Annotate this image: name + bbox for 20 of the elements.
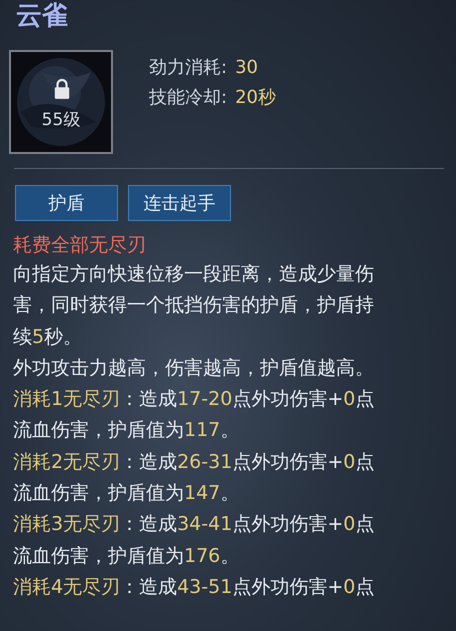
description-line: 消耗3无尽刃：造成34-41点外功伤害+0点 bbox=[13, 512, 374, 538]
skill-tag: 连击起手 bbox=[128, 185, 231, 221]
description-line: 续5秒。 bbox=[13, 324, 82, 350]
stat-label: 劲力消耗: bbox=[149, 56, 228, 80]
description-line: 消耗1无尽刃：造成17-20点外功伤害+0点 bbox=[13, 387, 374, 412]
description-line: 流血伤害，护盾值为147。 bbox=[13, 481, 240, 506]
description-line: 消耗2无尽刃：造成26-31点外功伤害+0点 bbox=[13, 450, 374, 475]
description-line: 消耗4无尽刃：造成43-51点外功伤害+0点 bbox=[13, 574, 374, 600]
stat-value: 20秒 bbox=[235, 86, 276, 110]
skill-tag: 护盾 bbox=[15, 185, 118, 221]
stat-value: 30 bbox=[235, 56, 258, 80]
cost-note: 耗费全部无尽刃 bbox=[13, 233, 146, 258]
stat-label: 技能冷却: bbox=[149, 86, 228, 110]
skill-title: 云雀 bbox=[15, 0, 68, 32]
description-line: 向指定方向快速位移一段距离，造成少量伤 bbox=[13, 262, 374, 287]
description-line: 害，同时获得一个抵挡伤害的护盾，护盾持 bbox=[13, 293, 374, 318]
description-line: 流血伤害，护盾值为117。 bbox=[13, 418, 240, 444]
level-requirement: 55级 bbox=[40, 109, 82, 131]
description-line: 流血伤害，护盾值为176。 bbox=[13, 544, 240, 569]
description-line: 外功攻击力越高，伤害越高，护盾值越高。 bbox=[13, 356, 374, 381]
